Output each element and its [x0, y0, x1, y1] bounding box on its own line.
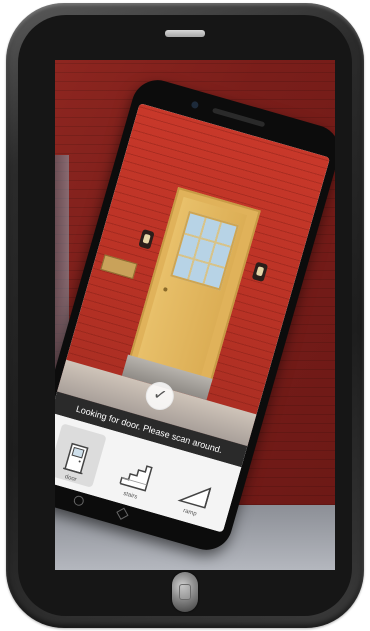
speaker-grille: [165, 30, 205, 37]
checkmark-icon: ✓: [151, 385, 169, 406]
door-icon: [62, 442, 89, 475]
nav-home-icon[interactable]: [116, 507, 129, 520]
home-button-square-icon: [179, 584, 191, 600]
shelf-item-stairs[interactable]: stairs: [107, 440, 166, 505]
front-camera-icon: [190, 100, 200, 110]
shelf-label-ramp: ramp: [182, 508, 198, 518]
shelf-item-door[interactable]: door: [55, 423, 107, 488]
home-button[interactable]: [172, 572, 198, 612]
device-screen: ✓ Looking for door. Please scan around. …: [55, 60, 335, 570]
ramp-icon: [177, 487, 212, 509]
nav-back-icon[interactable]: [72, 494, 85, 507]
shelf-label-door: door: [63, 474, 78, 484]
shelf-item-ramp[interactable]: ramp: [167, 457, 226, 522]
phone-speaker: [212, 107, 266, 128]
stairs-icon: [119, 465, 153, 492]
